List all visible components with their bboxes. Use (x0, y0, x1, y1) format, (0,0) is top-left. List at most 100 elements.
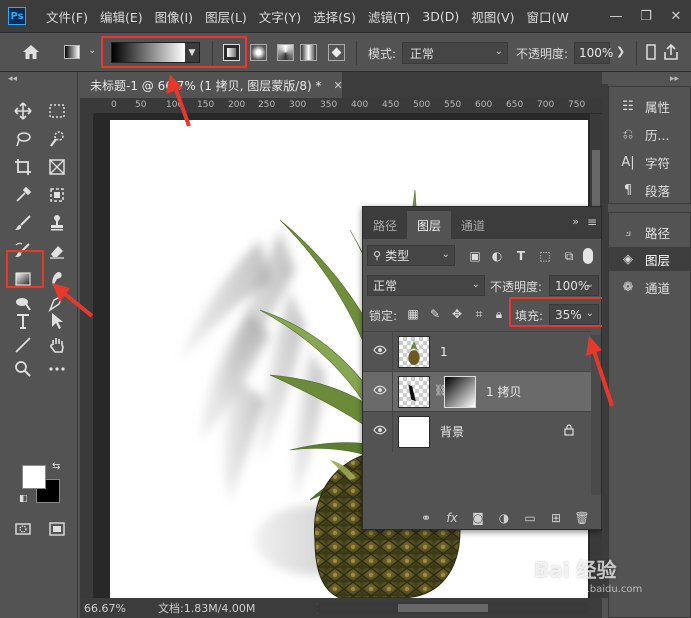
crop-tool-icon[interactable] (10, 156, 36, 178)
eye-icon[interactable] (373, 385, 387, 395)
move-tool-icon[interactable] (10, 100, 36, 122)
quick-select-icon[interactable] (44, 128, 70, 150)
layer-row[interactable]: 背景 (363, 411, 591, 452)
chevron-down-icon[interactable]: ▼ (185, 43, 199, 62)
menu-edit[interactable]: 编辑(E) (94, 7, 149, 26)
type-filter-icon[interactable]: T (513, 248, 529, 264)
lock-position-icon[interactable]: ✥ (449, 306, 465, 322)
quick-mask-icon[interactable] (10, 518, 36, 540)
layer-thumbnail[interactable] (398, 416, 430, 448)
tool-preset-icon[interactable] (64, 45, 80, 59)
scroll-thumb[interactable] (398, 604, 488, 612)
linear-gradient-button[interactable] (223, 44, 240, 61)
marquee-tool-icon[interactable] (44, 100, 70, 122)
frame-select-icon[interactable] (44, 184, 70, 206)
screen-mode-icon[interactable] (44, 518, 70, 540)
fill-input[interactable]: 35% ⌄ (549, 304, 599, 325)
tab-layers[interactable]: 图层 (407, 211, 452, 239)
menu-file[interactable]: 文件(F) (40, 7, 94, 26)
layer-name[interactable]: 1 (440, 345, 448, 359)
folder-icon[interactable]: ▭ (523, 511, 537, 525)
mode-select[interactable]: 正常 ⌄ (402, 42, 508, 64)
more-tools-icon[interactable] (44, 358, 70, 380)
expand-panel-icon[interactable]: » (572, 215, 579, 228)
trash-icon[interactable]: 🗑︎ (574, 511, 589, 525)
frame-tool-icon[interactable] (44, 156, 70, 178)
menu-filter[interactable]: 滤镜(T) (362, 7, 416, 26)
menu-type[interactable]: 文字(Y) (253, 7, 307, 26)
chevron-right-icon[interactable]: ❯ (616, 45, 625, 58)
share-icon[interactable] (662, 43, 680, 61)
tab-channels[interactable]: 通道 (451, 211, 495, 239)
pixel-filter-icon[interactable]: ▣ (467, 248, 483, 264)
eye-icon[interactable] (373, 425, 387, 435)
dock-item-properties[interactable]: ☷ 属性 (609, 94, 690, 118)
lock-transparency-icon[interactable]: ▦ (405, 306, 421, 322)
path-select-icon[interactable] (44, 310, 70, 332)
home-icon[interactable] (22, 44, 40, 60)
ruler-origin[interactable] (80, 98, 94, 114)
new-layer-icon[interactable]: ⊞ (549, 511, 563, 525)
layer-thumbnail[interactable] (398, 376, 430, 408)
gradient-tool-icon[interactable] (10, 268, 36, 290)
restore-button[interactable]: ❐ (631, 9, 661, 24)
eye-icon[interactable] (373, 345, 387, 355)
shape-filter-icon[interactable]: ⬚ (537, 248, 553, 264)
layer-mask-thumbnail[interactable] (444, 376, 476, 408)
foreground-color-swatch[interactable] (22, 465, 46, 489)
zoom-level[interactable]: 66.67% (80, 602, 142, 615)
dock-item-paths[interactable]: ⟓ 路径 (609, 220, 690, 244)
close-button[interactable]: ✕ (661, 9, 691, 24)
line-tool-icon[interactable] (10, 334, 36, 356)
smudge-tool-icon[interactable] (44, 268, 70, 290)
lock-artboard-icon[interactable]: ⌗ (471, 306, 487, 322)
layer-opacity-input[interactable]: 100% ⌄ (549, 275, 599, 296)
opacity-input[interactable]: 100% (574, 42, 613, 64)
lock-image-icon[interactable]: ✎ (427, 306, 443, 322)
chevron-down-icon[interactable]: ⌄ (88, 45, 96, 56)
eraser-tool-icon[interactable] (44, 240, 70, 262)
visibility-toggle[interactable] (363, 412, 393, 452)
ruler-vertical[interactable] (80, 114, 94, 598)
stamp-tool-icon[interactable] (44, 212, 70, 234)
gradient-preview[interactable] (112, 43, 185, 62)
horizontal-scrollbar[interactable] (318, 602, 588, 614)
document-tab[interactable]: 未标题-1 @ 66.7% (1 拷贝, 图层蒙版/8) * ✕ (80, 72, 343, 98)
dock-item-character[interactable]: A| 字符 (609, 150, 690, 174)
collapse-docks-icon[interactable]: ▸▸ (670, 74, 679, 84)
collapse-icon[interactable]: ◂◂ (8, 74, 17, 84)
pressure-icon[interactable] (646, 44, 656, 60)
adjustment-filter-icon[interactable]: ◐ (489, 248, 505, 264)
tab-paths[interactable]: 路径 (363, 211, 407, 239)
minimize-button[interactable]: — (601, 9, 631, 24)
angle-gradient-button[interactable] (277, 44, 294, 61)
menu-image[interactable]: 图像(I) (149, 7, 199, 26)
zoom-tool-icon[interactable] (10, 358, 36, 380)
eyedropper-icon[interactable] (10, 184, 36, 206)
gradient-picker[interactable]: ▼ (111, 42, 200, 63)
layer-name[interactable]: 背景 (440, 423, 464, 440)
layer-filter-select[interactable]: ⚲ 类型 ⌄ (367, 245, 455, 266)
panel-menu-icon[interactable]: ≡ (587, 215, 597, 229)
layer-name[interactable]: 1 拷贝 (486, 383, 521, 400)
diamond-gradient-button[interactable] (328, 44, 345, 61)
lasso-tool-icon[interactable] (10, 128, 36, 150)
layer-row-selected[interactable]: ⛓ 1 拷贝 (363, 371, 591, 412)
filter-toggle[interactable] (583, 248, 593, 264)
menu-window[interactable]: 窗口(W (521, 7, 575, 26)
add-mask-icon[interactable]: ◙ (471, 511, 485, 525)
link-layers-icon[interactable]: ⚭ (419, 511, 433, 525)
adjustment-layer-icon[interactable]: ◑ (497, 511, 511, 525)
blend-mode-select[interactable]: 正常 ⌄ (367, 275, 485, 296)
visibility-toggle[interactable] (363, 372, 393, 412)
layers-scrollbar[interactable] (591, 335, 601, 495)
fx-icon[interactable]: fx (445, 511, 459, 525)
menu-3d[interactable]: 3D(D) (416, 9, 465, 24)
default-colors-icon[interactable]: ◧ (19, 494, 28, 504)
menu-select[interactable]: 选择(S) (307, 7, 362, 26)
close-tab-icon[interactable]: ✕ (333, 79, 342, 92)
menu-layer[interactable]: 图层(L) (199, 7, 253, 26)
dock-item-paragraph[interactable]: ¶ 段落 (609, 178, 690, 202)
smart-object-filter-icon[interactable]: ⧉ (561, 248, 577, 264)
layer-thumbnail[interactable] (398, 336, 430, 368)
